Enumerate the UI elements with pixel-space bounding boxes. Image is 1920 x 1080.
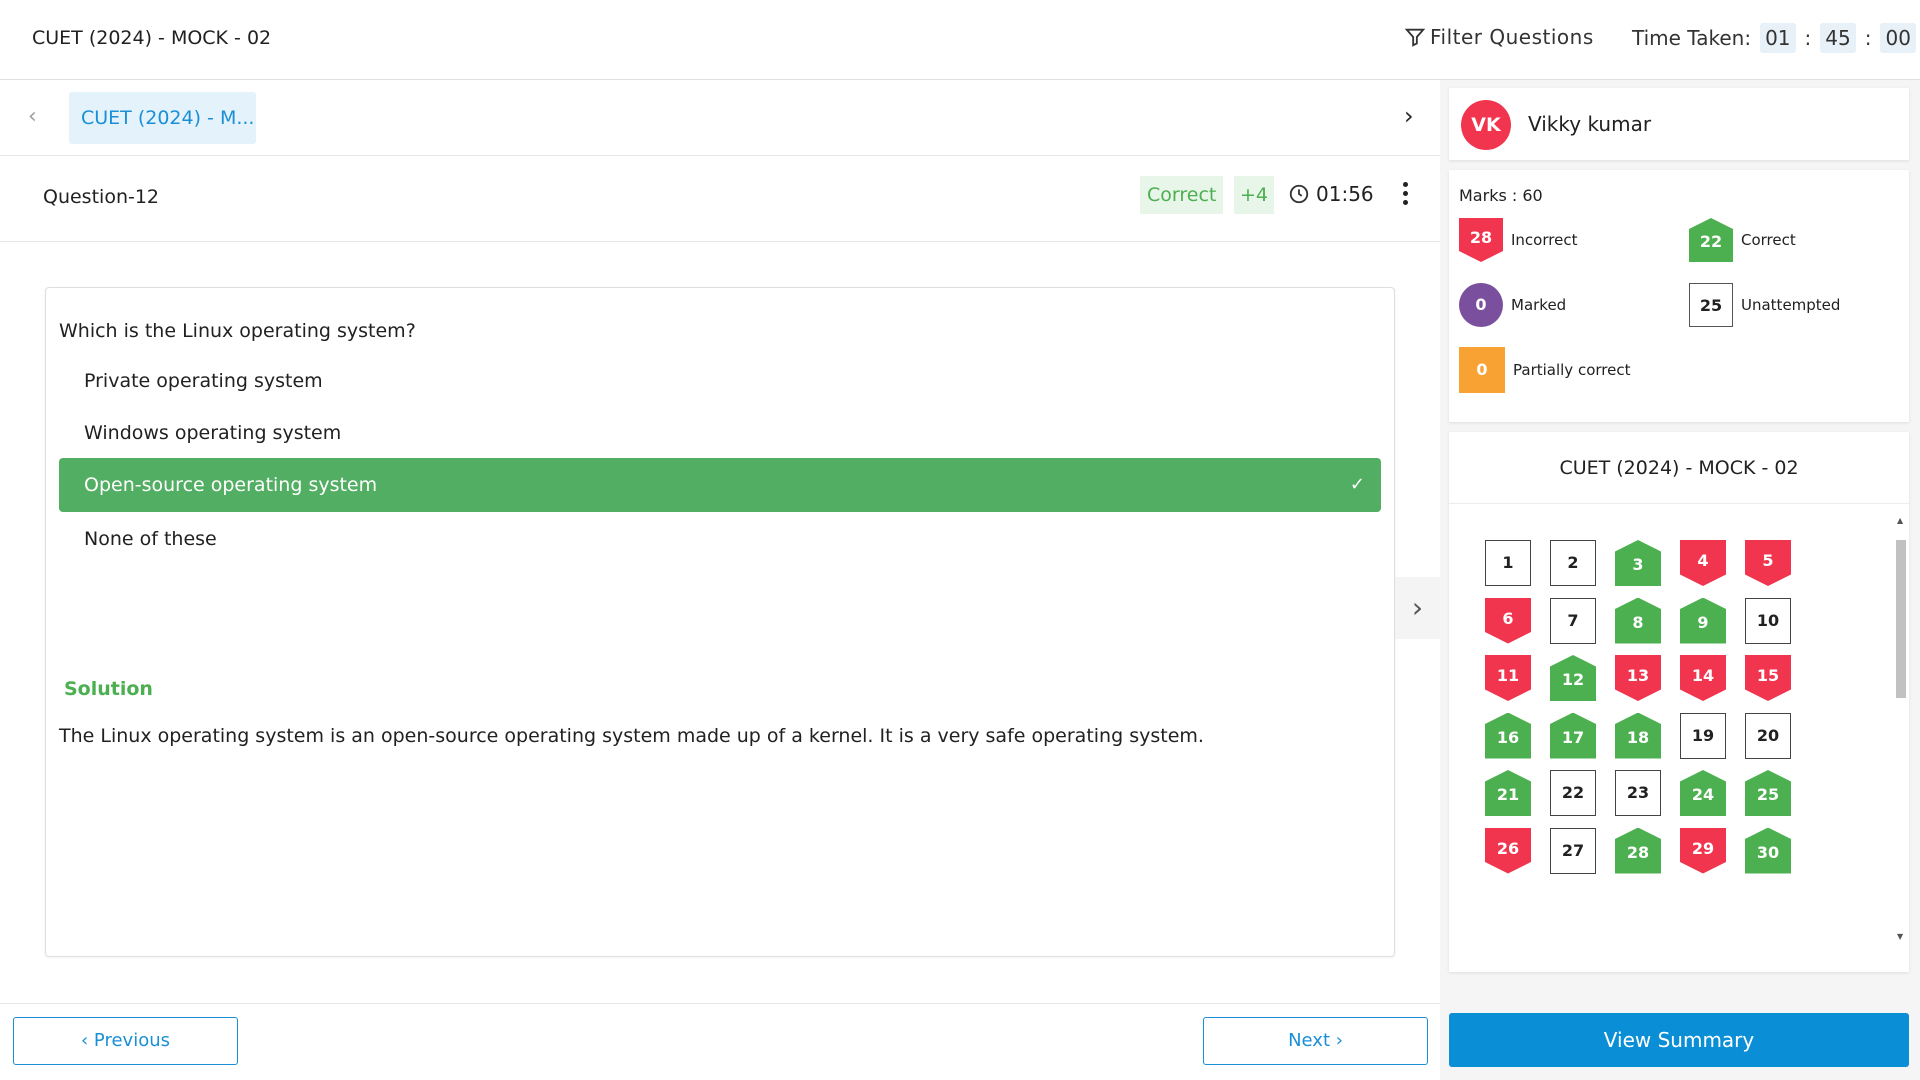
palette-question-14[interactable]: 14 — [1680, 655, 1726, 701]
question-header: Question-12 Correct +4 01:56 — [0, 156, 1440, 242]
palette-question-28[interactable]: 28 — [1615, 827, 1661, 874]
palette-title: CUET (2024) - MOCK - 02 — [1449, 432, 1909, 504]
question-palette: CUET (2024) - MOCK - 02 1 2 3 4 5 6 7 8 9 10 11 12 1… — [1449, 432, 1909, 972]
solution-text: The Linux operating system is an open-so… — [59, 725, 1204, 747]
top-bar: CUET (2024) - MOCK - 02 Filter Questions… — [0, 0, 1920, 80]
time-taken: Time Taken: 01 : 45 : 00 — [1632, 23, 1919, 53]
question-number: Question-12 — [43, 186, 160, 208]
incorrect-label: Incorrect — [1511, 231, 1578, 249]
partial-count: 0 — [1459, 347, 1505, 393]
tab-section[interactable]: CUET (2024) - M... — [69, 92, 256, 144]
chevron-right-icon[interactable]: › — [1404, 102, 1414, 130]
scroll-up-icon[interactable]: ▲ — [1897, 516, 1903, 525]
question-time: 01:56 — [1288, 182, 1374, 206]
palette-question-27[interactable]: 27 — [1550, 827, 1596, 874]
question-card: Which is the Linux operating system? Pri… — [45, 287, 1395, 957]
filter-icon — [1404, 28, 1426, 47]
scrollbar-thumb[interactable] — [1896, 540, 1906, 698]
palette-question-15[interactable]: 15 — [1745, 655, 1791, 701]
scrollbar[interactable]: ▲ ▼ — [1893, 516, 1909, 946]
time-hours: 01 — [1760, 23, 1796, 53]
option-3-selected[interactable]: Open-source operating system ✓ — [59, 458, 1381, 512]
chevron-right-icon[interactable]: › — [1395, 577, 1440, 639]
palette-question-19[interactable]: 19 — [1680, 712, 1726, 759]
palette-question-30[interactable]: 30 — [1745, 827, 1791, 874]
stat-incorrect: 28 Incorrect — [1459, 218, 1577, 262]
stat-partial: 0 Partially correct — [1459, 347, 1630, 393]
palette-question-1[interactable]: 1 — [1485, 540, 1531, 586]
palette-question-16[interactable]: 16 — [1485, 712, 1531, 759]
palette-question-12[interactable]: 12 — [1550, 655, 1596, 701]
check-icon: ✓ — [1349, 474, 1365, 495]
palette-question-22[interactable]: 22 — [1550, 770, 1596, 816]
palette-question-23[interactable]: 23 — [1615, 770, 1661, 816]
test-title: CUET (2024) - MOCK - 02 — [32, 27, 272, 49]
view-summary-button[interactable]: View Summary — [1449, 1013, 1909, 1067]
palette-question-4[interactable]: 4 — [1680, 540, 1726, 586]
incorrect-count: 28 — [1459, 218, 1503, 262]
palette-question-29[interactable]: 29 — [1680, 827, 1726, 874]
palette-question-18[interactable]: 18 — [1615, 712, 1661, 759]
palette-question-7[interactable]: 7 — [1550, 597, 1596, 644]
question-text: Which is the Linux operating system? — [59, 320, 416, 342]
time-minutes: 45 — [1820, 23, 1856, 53]
partial-label: Partially correct — [1513, 361, 1631, 379]
stat-correct: 22 Correct — [1689, 218, 1796, 262]
more-options-icon[interactable] — [1396, 180, 1414, 208]
palette-question-25[interactable]: 25 — [1745, 770, 1791, 816]
previous-button[interactable]: ‹ Previous — [13, 1017, 238, 1065]
unattempted-label: Unattempted — [1741, 296, 1841, 314]
marks-label: Marks : 60 — [1459, 186, 1543, 205]
palette-question-26[interactable]: 26 — [1485, 827, 1531, 874]
user-card: VK Vikky kumar — [1449, 88, 1909, 160]
palette-question-6[interactable]: 6 — [1485, 597, 1531, 644]
palette-question-24[interactable]: 24 — [1680, 770, 1726, 816]
palette-question-5[interactable]: 5 — [1745, 540, 1791, 586]
filter-questions-button[interactable]: Filter Questions — [1404, 25, 1594, 49]
unattempted-count: 25 — [1689, 283, 1733, 327]
option-label: Open-source operating system — [84, 474, 378, 496]
palette-question-8[interactable]: 8 — [1615, 597, 1661, 644]
marks-badge: +4 — [1234, 176, 1275, 214]
palette-question-20[interactable]: 20 — [1745, 712, 1791, 759]
palette-question-9[interactable]: 9 — [1680, 597, 1726, 644]
filter-questions-label: Filter Questions — [1430, 25, 1594, 49]
time-separator: : — [1864, 26, 1872, 50]
status-badge: Correct — [1140, 176, 1224, 214]
option-4[interactable]: None of these — [59, 512, 1381, 566]
palette-question-10[interactable]: 10 — [1745, 597, 1791, 644]
time-seconds: 00 — [1880, 23, 1916, 53]
question-time-value: 01:56 — [1316, 182, 1374, 206]
marked-label: Marked — [1511, 296, 1567, 314]
option-2[interactable]: Windows operating system — [59, 406, 1381, 460]
palette-question-11[interactable]: 11 — [1485, 655, 1531, 701]
time-separator: : — [1804, 26, 1812, 50]
marked-count: 0 — [1459, 283, 1503, 327]
question-panel: ‹ CUET (2024) - M... › Question-12 Corre… — [0, 80, 1440, 1080]
avatar: VK — [1461, 100, 1511, 150]
time-taken-label: Time Taken: — [1632, 26, 1752, 50]
palette-question-13[interactable]: 13 — [1615, 655, 1661, 701]
option-1[interactable]: Private operating system — [59, 354, 1381, 408]
solution-title: Solution — [64, 678, 153, 700]
scroll-down-icon[interactable]: ▼ — [1897, 932, 1903, 941]
footer-nav: ‹ Previous Next › — [0, 1003, 1440, 1080]
clock-icon — [1289, 184, 1309, 204]
palette-question-2[interactable]: 2 — [1550, 540, 1596, 586]
palette-question-3[interactable]: 3 — [1615, 540, 1661, 586]
sidebar: VK Vikky kumar Marks : 60 28 Incorrect 2… — [1440, 80, 1920, 1080]
chevron-left-icon[interactable]: ‹ — [28, 104, 37, 129]
palette-question-17[interactable]: 17 — [1550, 712, 1596, 759]
user-name: Vikky kumar — [1528, 112, 1652, 136]
correct-label: Correct — [1741, 231, 1796, 249]
stats-card: Marks : 60 28 Incorrect 22 Correct 0 Mar… — [1449, 170, 1909, 422]
stat-marked: 0 Marked — [1459, 283, 1566, 327]
next-button[interactable]: Next › — [1203, 1017, 1428, 1065]
stat-unattempted: 25 Unattempted — [1689, 283, 1840, 327]
palette-question-21[interactable]: 21 — [1485, 770, 1531, 816]
correct-count: 22 — [1689, 218, 1733, 262]
section-tabs: ‹ CUET (2024) - M... › — [0, 80, 1440, 156]
